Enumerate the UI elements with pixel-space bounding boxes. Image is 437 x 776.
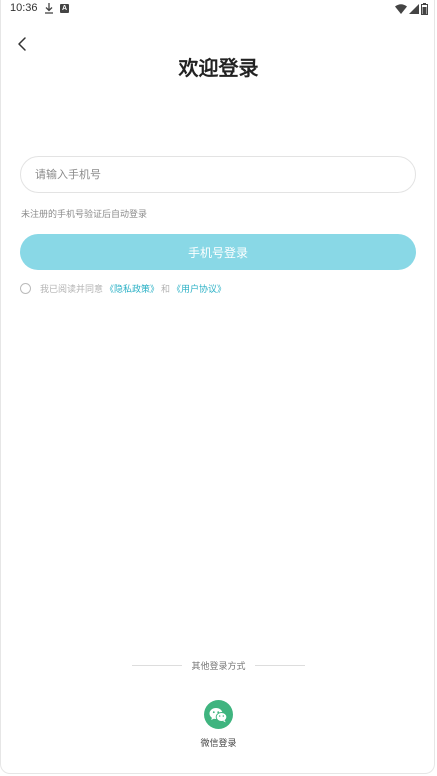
agreement-checkbox[interactable] bbox=[20, 282, 31, 294]
signal-icon bbox=[409, 4, 419, 14]
battery-icon bbox=[421, 3, 428, 15]
divider-line-left bbox=[132, 664, 183, 666]
privacy-policy-link[interactable]: 《隐私政策》 bbox=[105, 282, 159, 295]
status-right-icons bbox=[395, 3, 428, 15]
divider-line-right bbox=[254, 664, 305, 666]
wifi-icon bbox=[395, 4, 407, 14]
wechat-login-label: 微信登录 bbox=[200, 739, 237, 749]
download-icon bbox=[45, 3, 53, 14]
page-title: 欢迎登录 bbox=[178, 56, 259, 80]
user-agreement-link[interactable]: 《用户协议》 bbox=[172, 282, 226, 295]
wechat-login-button[interactable] bbox=[204, 700, 233, 729]
status-bar: 10:36 A bbox=[0, 0, 437, 18]
phone-login-button[interactable]: 手机号登录 bbox=[20, 234, 416, 270]
other-login-title: 其他登录方式 bbox=[191, 661, 246, 672]
agreement-and-text: 和 bbox=[161, 284, 171, 295]
notification-a-icon: A bbox=[60, 4, 69, 13]
phone-input[interactable] bbox=[20, 156, 416, 193]
status-time: 10:36 bbox=[10, 2, 38, 14]
auto-register-hint: 未注册的手机号验证后自动登录 bbox=[21, 210, 148, 220]
agreement-text: 我已阅读并同意 bbox=[40, 284, 104, 295]
agreement-row: 我已阅读并同意 《隐私政策》 和 《用户协议》 bbox=[20, 281, 228, 295]
wechat-icon bbox=[209, 707, 228, 722]
other-login-divider: 其他登录方式 bbox=[0, 658, 437, 672]
